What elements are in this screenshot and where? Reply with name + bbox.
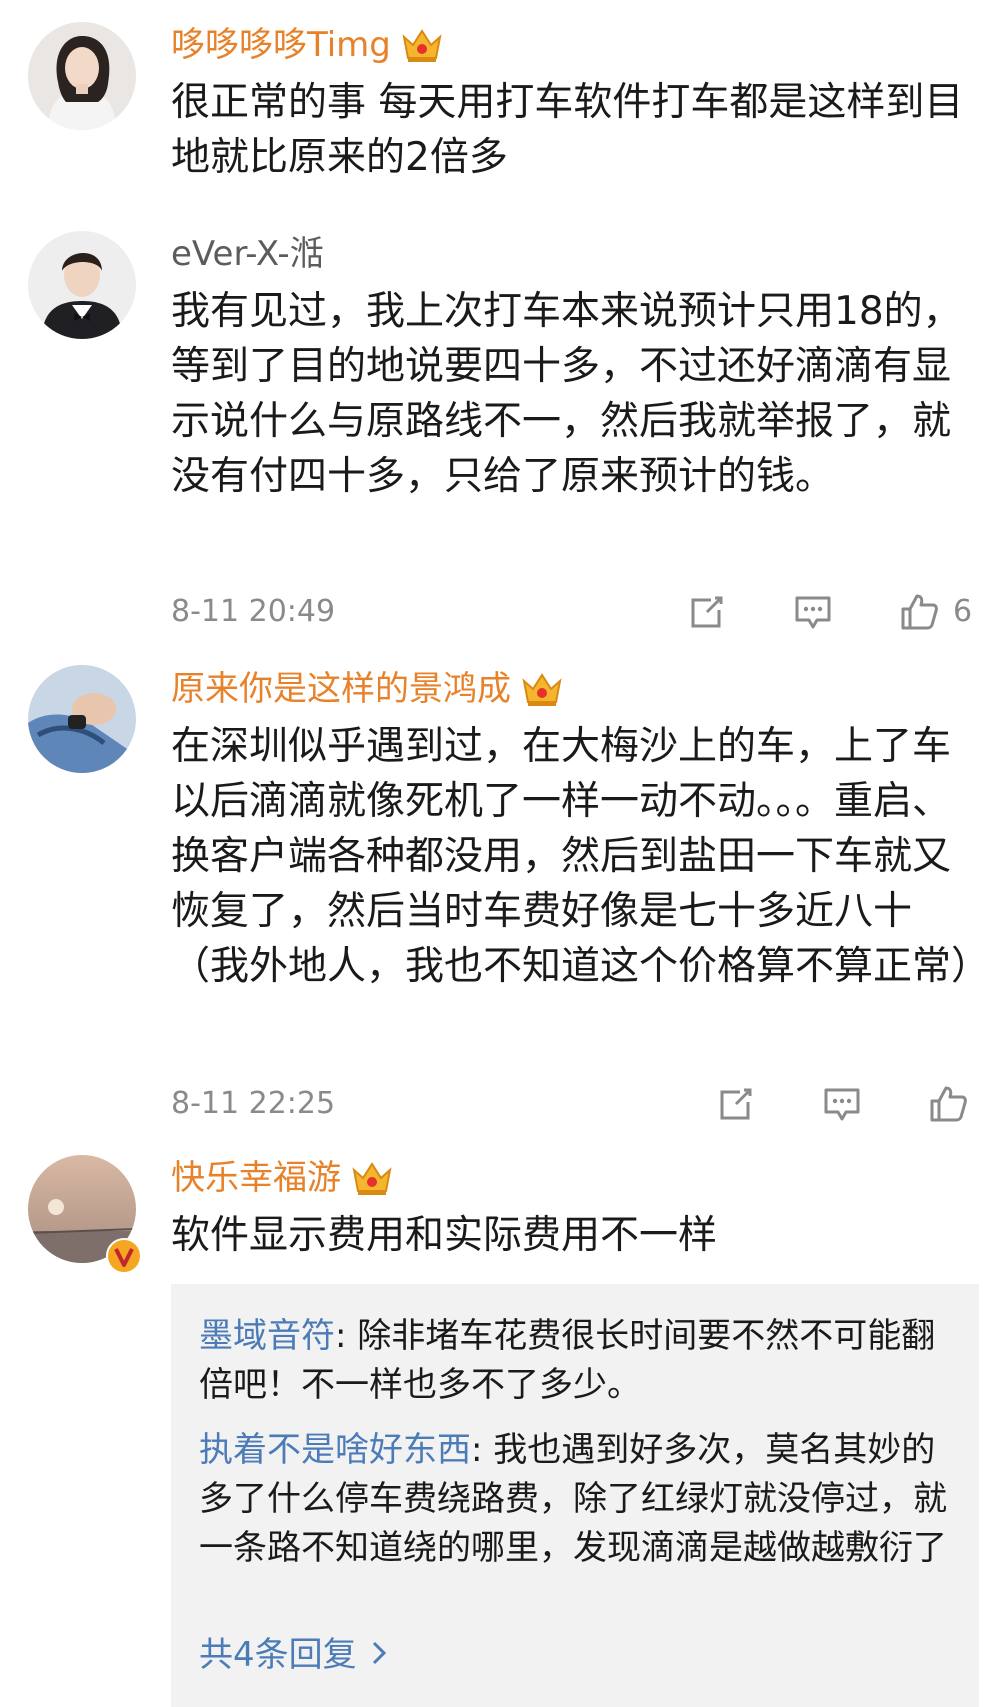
username[interactable]: 哆哆哆哆Timg xyxy=(171,23,391,67)
reply-author[interactable]: 墨域音符 xyxy=(199,1316,335,1356)
reply-item[interactable]: 执着不是啥好东西: 我也遇到好多次，莫名其妙的多了什么停车费绕路费，除了红绿灯就… xyxy=(199,1426,959,1573)
username-row: 原来你是这样的景鸿成 xyxy=(171,667,563,711)
view-more-replies-link[interactable]: 共4条回复 xyxy=(199,1630,387,1680)
comment-text: 在深圳似乎遇到过，在大梅沙上的车，上了车以后滴滴就像死机了一样一动不动。。。重启… xyxy=(171,724,991,989)
like-count: 6 xyxy=(953,594,973,629)
action-bar: 6 xyxy=(687,587,972,637)
timestamp: 8-11 20:49 xyxy=(171,594,336,629)
crown-icon xyxy=(401,25,443,65)
reply-preview-panel: 墨域音符: 除非堵车花费很长时间要不然不可能翻倍吧！不一样也多不了多少。 执着不… xyxy=(171,1284,979,1707)
avatar[interactable] xyxy=(28,231,136,339)
comment-text: 我有见过，我上次打车本来说预计只用18的，等到了目的地说要四十多，不过还好滴滴有… xyxy=(171,289,962,499)
username-row: 哆哆哆哆Timg xyxy=(171,23,443,67)
comment-text: 很正常的事 每天用打车软件打车都是这样到目地就比原来的2倍多 xyxy=(171,80,964,180)
comment-text: 软件显示费用和实际费用不一样 xyxy=(171,1213,718,1258)
comment-thread: 哆哆哆哆Timg 很正常的事 每天用打车软件打车都是这样到目地就比原来的2倍多 … xyxy=(0,0,1000,1707)
chevron-right-icon xyxy=(371,1630,387,1680)
avatar[interactable] xyxy=(28,22,136,130)
comment-icon[interactable] xyxy=(822,1084,862,1124)
verified-badge-icon xyxy=(106,1238,142,1274)
comment-meta: 8-11 22:25 xyxy=(171,1079,981,1129)
avatar[interactable] xyxy=(28,665,136,773)
like-icon[interactable] xyxy=(928,1084,968,1124)
share-icon[interactable] xyxy=(716,1084,756,1124)
username-row: eVer-X-湉 xyxy=(171,232,324,276)
username-row: 快乐幸福游 xyxy=(171,1156,393,1200)
username[interactable]: 原来你是这样的景鸿成 xyxy=(171,667,511,711)
action-bar xyxy=(716,1079,968,1129)
crown-icon xyxy=(521,669,563,709)
crown-icon xyxy=(351,1158,393,1198)
reply-item[interactable]: 墨域音符: 除非堵车花费很长时间要不然不可能翻倍吧！不一样也多不了多少。 xyxy=(199,1312,959,1410)
like-icon[interactable] xyxy=(899,592,939,632)
reply-author[interactable]: 执着不是啥好东西 xyxy=(199,1430,471,1470)
timestamp: 8-11 22:25 xyxy=(171,1086,336,1121)
more-replies-label: 共4条回复 xyxy=(199,1635,357,1675)
username[interactable]: 快乐幸福游 xyxy=(171,1156,341,1200)
share-icon[interactable] xyxy=(687,592,727,632)
comment-icon[interactable] xyxy=(793,592,833,632)
comment-meta: 8-11 20:49 6 xyxy=(171,587,981,637)
username[interactable]: eVer-X-湉 xyxy=(171,232,324,276)
